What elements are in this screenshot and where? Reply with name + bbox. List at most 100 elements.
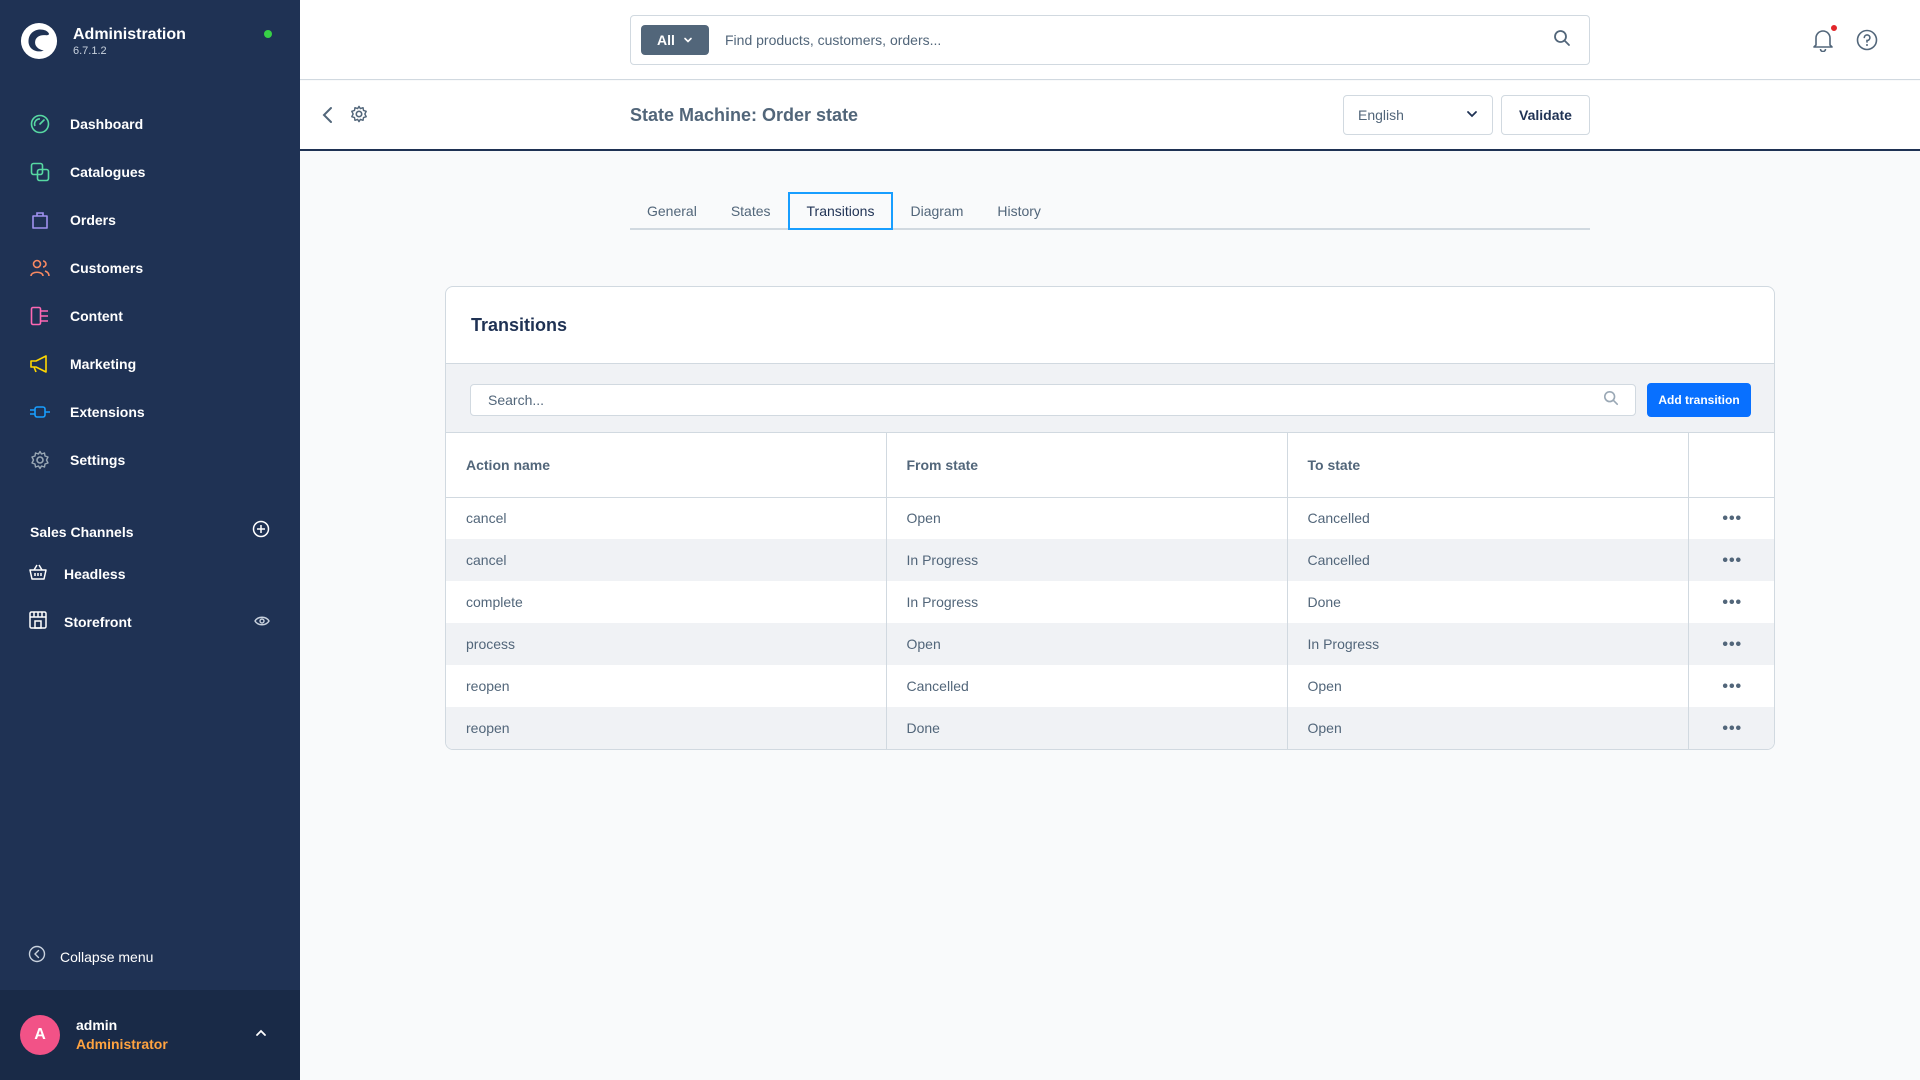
eye-icon[interactable] [254, 613, 270, 634]
global-search-input[interactable] [725, 32, 1553, 48]
sales-channels-header: Sales Channels [30, 520, 270, 543]
more-actions-icon[interactable]: ••• [1722, 594, 1742, 611]
sidebar-item-extensions[interactable]: Extensions [0, 388, 300, 436]
customers-icon [28, 256, 52, 280]
more-actions-icon[interactable]: ••• [1722, 720, 1742, 737]
table-row[interactable]: complete In Progress Done ••• [446, 581, 1774, 623]
cell-to-state: Cancelled [1287, 497, 1689, 539]
sidebar-item-label: Extensions [70, 404, 145, 420]
sidebar: Administration 6.7.1.2 Dashboard Catalog… [0, 0, 300, 1080]
column-header-to-state[interactable]: To state [1287, 433, 1689, 498]
sales-channel-headless[interactable]: Headless [0, 550, 300, 598]
sales-channel-storefront[interactable]: Storefront [0, 598, 300, 646]
settings-icon [28, 448, 52, 472]
dashboard-icon [28, 112, 52, 136]
cell-from-state: In Progress [886, 581, 1288, 623]
cell-action-name: cancel [446, 539, 887, 581]
column-header-action-name[interactable]: Action name [446, 433, 887, 498]
catalogue-icon [28, 160, 52, 184]
table-row[interactable]: cancel Open Cancelled ••• [446, 497, 1774, 539]
sidebar-item-label: Orders [70, 212, 116, 228]
sidebar-item-label: Marketing [70, 356, 137, 372]
column-header-actions [1688, 433, 1774, 498]
cell-from-state: Open [886, 497, 1288, 539]
sidebar-item-label: Customers [70, 260, 144, 276]
sidebar-item-label: Settings [70, 452, 126, 468]
storefront-icon [28, 610, 48, 635]
basket-icon [28, 563, 48, 586]
search-icon[interactable] [1603, 390, 1619, 411]
table-row[interactable]: reopen Cancelled Open ••• [446, 665, 1774, 707]
gear-icon[interactable] [350, 105, 368, 128]
table-row[interactable]: cancel In Progress Cancelled ••• [446, 539, 1774, 581]
global-search: All [630, 15, 1590, 65]
notifications-bell-icon[interactable] [1812, 28, 1834, 57]
more-actions-icon[interactable]: ••• [1722, 678, 1742, 695]
search-type-label: All [657, 32, 675, 48]
cell-to-state: Cancelled [1287, 539, 1689, 581]
more-actions-icon[interactable]: ••• [1722, 552, 1742, 569]
tab-transitions[interactable]: Transitions [787, 192, 894, 230]
back-arrow-icon[interactable] [318, 104, 338, 131]
brand-version: 6.7.1.2 [73, 44, 107, 57]
tab-states[interactable]: States [714, 192, 788, 230]
tab-general[interactable]: General [630, 192, 714, 230]
row-actions-cell: ••• [1688, 581, 1774, 623]
chevron-down-icon [683, 32, 693, 48]
brand[interactable]: Administration 6.7.1.2 [20, 22, 186, 60]
sidebar-item-label: Dashboard [70, 116, 144, 132]
cell-from-state: In Progress [886, 539, 1288, 581]
tab-history[interactable]: History [980, 192, 1058, 230]
row-actions-cell: ••• [1688, 665, 1774, 707]
help-icon[interactable] [1856, 29, 1878, 56]
sidebar-item-marketing[interactable]: Marketing [0, 340, 300, 388]
table-row[interactable]: process Open In Progress ••• [446, 623, 1774, 665]
row-actions-cell: ••• [1688, 497, 1774, 539]
user-role: Administrator [76, 1036, 168, 1052]
transitions-card: Transitions Add transition Action name F… [445, 286, 1775, 750]
sidebar-item-content[interactable]: Content [0, 292, 300, 340]
page-title: State Machine: Order state [630, 105, 859, 125]
sales-channel-label: Storefront [64, 614, 132, 630]
column-header-from-state[interactable]: From state [886, 433, 1288, 498]
collapse-menu-button[interactable]: Collapse menu [28, 945, 153, 968]
table-header-row: Action name From state To state [446, 433, 1774, 498]
sidebar-item-catalogues[interactable]: Catalogues [0, 148, 300, 196]
transitions-search-input[interactable] [488, 392, 1603, 408]
search-type-dropdown[interactable]: All [641, 25, 709, 55]
online-status-dot [264, 30, 272, 38]
cell-from-state: Done [886, 707, 1288, 749]
card-title: Transitions [471, 315, 568, 335]
page-header: State Machine: Order state English Valid… [300, 81, 1920, 151]
collapse-menu-label: Collapse menu [60, 948, 154, 965]
more-actions-icon[interactable]: ••• [1722, 636, 1742, 653]
validate-button[interactable]: Validate [1501, 95, 1590, 135]
table-row[interactable]: reopen Done Open ••• [446, 707, 1774, 749]
cell-to-state: Open [1287, 707, 1689, 749]
cell-action-name: complete [446, 581, 887, 623]
content-icon [28, 304, 52, 328]
user-name: admin [76, 1017, 118, 1033]
tab-diagram[interactable]: Diagram [893, 192, 980, 230]
add-sales-channel-icon[interactable] [252, 520, 270, 543]
sidebar-item-customers[interactable]: Customers [0, 244, 300, 292]
user-menu[interactable]: A admin Administrator [0, 990, 300, 1080]
shopware-logo-icon [20, 22, 58, 60]
row-actions-cell: ••• [1688, 707, 1774, 749]
add-transition-button[interactable]: Add transition [1647, 383, 1751, 417]
row-actions-cell: ••• [1688, 539, 1774, 581]
more-actions-icon[interactable]: ••• [1722, 510, 1742, 527]
cell-from-state: Cancelled [886, 665, 1288, 707]
row-actions-cell: ••• [1688, 623, 1774, 665]
sidebar-item-settings[interactable]: Settings [0, 436, 300, 484]
card-toolbar: Add transition [446, 363, 1774, 433]
cell-action-name: reopen [446, 707, 887, 749]
chevron-up-icon[interactable] [254, 1026, 268, 1045]
sidebar-item-dashboard[interactable]: Dashboard [0, 100, 300, 148]
cell-action-name: cancel [446, 497, 887, 539]
search-icon[interactable] [1553, 29, 1571, 52]
cell-action-name: process [446, 623, 887, 665]
language-select[interactable]: English [1343, 95, 1493, 135]
sidebar-item-orders[interactable]: Orders [0, 196, 300, 244]
cell-to-state: Done [1287, 581, 1689, 623]
